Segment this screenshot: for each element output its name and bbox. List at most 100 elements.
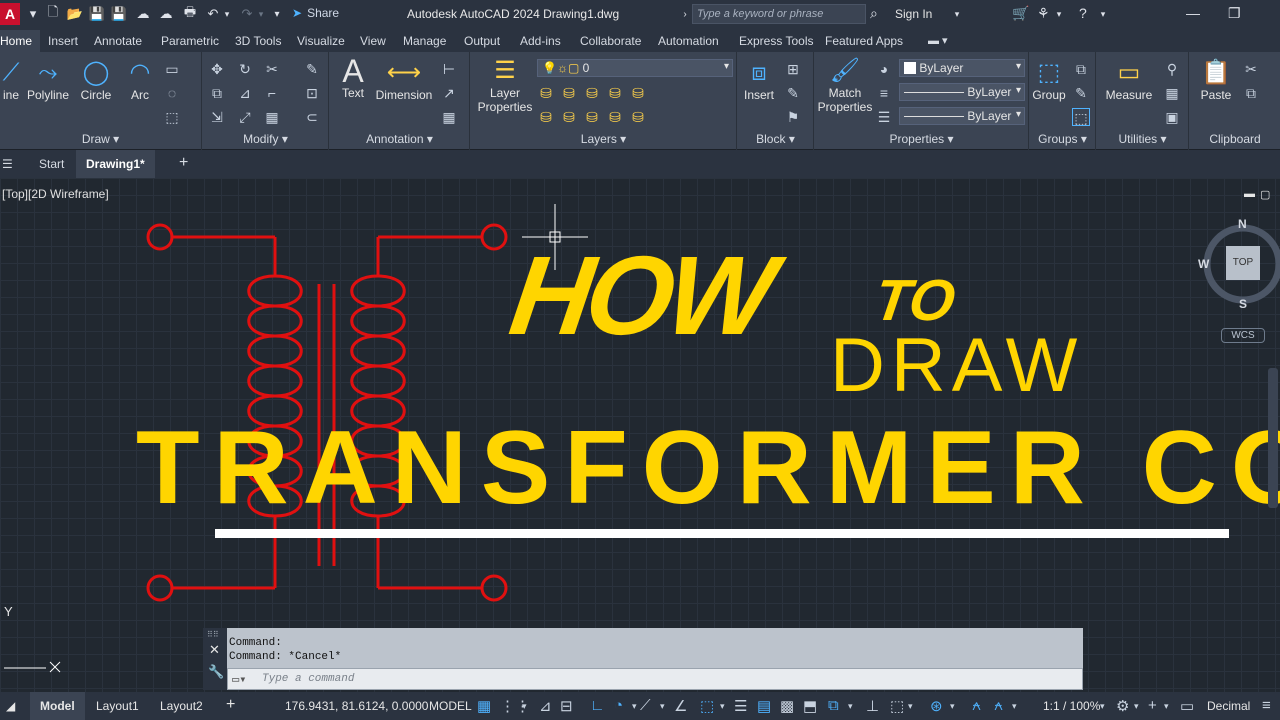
layer-tool-3-icon[interactable]: ⛁ xyxy=(583,84,601,102)
add-dropdown-icon[interactable]: ▾ xyxy=(1164,701,1169,712)
tab-insert[interactable]: Insert xyxy=(48,30,78,52)
help-dropdown-icon[interactable]: ▾ xyxy=(1098,5,1108,23)
dynamic-ucs-dropdown-icon[interactable]: ▾ xyxy=(848,701,853,712)
layer-tool-10-icon[interactable]: ⛁ xyxy=(629,108,647,126)
save-icon[interactable]: 💾 xyxy=(88,5,106,23)
linetype-dropdown[interactable]: ByLayer ▾ xyxy=(899,83,1025,101)
undo-icon[interactable]: ↶ xyxy=(204,5,222,23)
panel-properties-title[interactable]: Properties ▾ xyxy=(815,132,1028,148)
help-icon[interactable]: ? xyxy=(1079,5,1087,21)
group-tool[interactable]: ⬚ Group xyxy=(1030,58,1068,102)
match-properties-tool[interactable]: 🖌 Match Properties xyxy=(815,56,875,114)
edit-attributes-icon[interactable]: ⚑ xyxy=(784,108,802,126)
panel-clipboard-title[interactable]: Clipboard xyxy=(1190,132,1280,148)
id-point-icon[interactable]: ▣ xyxy=(1163,108,1181,126)
linetype-icon[interactable]: ≡ xyxy=(875,84,893,102)
layer-tool-9-icon[interactable]: ⛁ xyxy=(606,108,624,126)
layer-properties-tool[interactable]: ☰ Layer Properties xyxy=(476,56,534,114)
scale-icon[interactable]: ⤢ xyxy=(236,108,254,126)
move-icon[interactable]: ✥ xyxy=(208,60,226,78)
model-space-toggle[interactable]: MODEL xyxy=(429,699,472,713)
copy-icon[interactable]: ⧉ xyxy=(208,84,226,102)
customize-icon[interactable]: 🔧 xyxy=(208,664,224,680)
lineweight-icon[interactable]: ☰ xyxy=(875,108,893,126)
erase-icon[interactable]: ✎ xyxy=(303,60,321,78)
drawing-viewport[interactable]: [Top][2D Wireframe] HOW TO DRAW TRANSFOR… xyxy=(0,178,1280,692)
command-input[interactable]: ▭▾ Type a command xyxy=(227,668,1083,690)
calculator-icon[interactable]: ▦ xyxy=(1163,84,1181,102)
coordinates-readout[interactable]: 176.9431, 81.6124, 0.0000 xyxy=(285,699,428,713)
create-block-icon[interactable]: ⊞ xyxy=(784,60,802,78)
gizmo-dropdown-icon[interactable]: ▾ xyxy=(908,701,913,712)
panel-annotation-title[interactable]: Annotation ▾ xyxy=(330,132,469,148)
cut-icon[interactable]: ✂ xyxy=(1242,60,1260,78)
annotation-scale-icon[interactable]: ⍲ xyxy=(972,697,981,714)
insert-block-tool[interactable]: ⧈ Insert xyxy=(740,58,778,102)
polar-dropdown-icon[interactable]: ▾ xyxy=(632,701,637,712)
restore-icon[interactable]: ❐ xyxy=(1228,5,1241,22)
array-icon[interactable]: ▦ xyxy=(263,108,281,126)
tab-view[interactable]: View xyxy=(360,30,386,52)
close-icon[interactable]: ✕ xyxy=(209,642,220,658)
stretch-icon[interactable]: ⇲ xyxy=(208,108,226,126)
sign-in-dropdown-icon[interactable]: ▾ xyxy=(952,5,962,23)
print-icon[interactable]: 🖶 xyxy=(181,4,199,23)
object-snap-icon[interactable]: ⬚ xyxy=(700,697,714,715)
layout-menu-icon[interactable]: ◢ xyxy=(6,699,15,713)
tab-3d-tools[interactable]: 3D Tools xyxy=(235,30,281,52)
tab-collaborate[interactable]: Collaborate xyxy=(580,30,641,52)
drawing-tab[interactable]: Drawing1* xyxy=(76,150,155,178)
menu-chevron-icon[interactable]: ▾ xyxy=(26,5,40,23)
annotation-scale-value[interactable]: 1:1 / 100% xyxy=(1043,699,1100,713)
auto-scale-icon[interactable]: ⍲ xyxy=(994,697,1003,714)
search-input[interactable]: Type a keyword or phrase xyxy=(692,4,866,24)
search-icon[interactable]: ⌕ xyxy=(870,5,878,22)
layout2-tab[interactable]: Layout2 xyxy=(160,699,203,713)
text-tool[interactable]: A Text xyxy=(335,55,371,100)
customize-qat-icon[interactable]: ▾ xyxy=(270,5,284,23)
isolate-objects-icon[interactable]: ▭ xyxy=(1180,697,1194,715)
minimize-icon[interactable]: — xyxy=(1186,5,1200,21)
group-selection-icon[interactable]: ⬚ xyxy=(1072,108,1090,126)
layer-tool-6-icon[interactable]: ⛁ xyxy=(537,108,555,126)
viewcube-west[interactable]: W xyxy=(1198,257,1209,271)
viewcube-south[interactable]: S xyxy=(1239,297,1247,311)
save-as-icon[interactable]: 💾 xyxy=(110,5,128,23)
transparency-icon[interactable]: ▤ xyxy=(757,697,771,715)
tab-parametric[interactable]: Parametric xyxy=(161,30,219,52)
web-save-icon[interactable]: ☁ xyxy=(157,5,175,23)
rotate-icon[interactable]: ↻ xyxy=(236,60,254,78)
gizmo-icon[interactable]: ⬚ xyxy=(890,697,904,715)
new-file-icon[interactable]: 🗋 xyxy=(44,4,62,23)
undo-dropdown-icon[interactable]: ▾ xyxy=(222,5,232,23)
line-tool[interactable]: ⟋ ine xyxy=(0,58,22,102)
dynamic-input-icon[interactable]: ⊟ xyxy=(560,697,573,715)
snap-dropdown-icon[interactable]: ▾ xyxy=(522,701,527,712)
panel-draw-title[interactable]: Draw ▾ xyxy=(0,132,201,148)
auto-scale-dropdown-icon[interactable]: ▾ xyxy=(1012,701,1017,712)
wcs-menu[interactable]: WCS xyxy=(1221,328,1265,343)
panel-modify-title[interactable]: Modify ▾ xyxy=(203,132,328,148)
group-edit-icon[interactable]: ✎ xyxy=(1072,84,1090,102)
leader-icon[interactable]: ⊢ xyxy=(440,60,458,78)
annotation-visibility-dropdown-icon[interactable]: ▾ xyxy=(950,701,955,712)
start-tab[interactable]: Start xyxy=(39,157,64,171)
workspace-gear-icon[interactable]: ⚙ xyxy=(1116,697,1129,715)
tab-annotate[interactable]: Annotate xyxy=(94,30,142,52)
layer-tool-2-icon[interactable]: ⛁ xyxy=(560,84,578,102)
units-display[interactable]: Decimal xyxy=(1207,699,1250,713)
isodraft-icon[interactable]: ⟋ xyxy=(640,697,651,714)
measure-tool[interactable]: ▭ Measure xyxy=(1103,58,1155,102)
panel-block-title[interactable]: Block ▾ xyxy=(738,132,813,148)
paste-tool[interactable]: 📋 Paste xyxy=(1194,58,1238,102)
annotation-visibility-icon[interactable]: ⊛ xyxy=(930,697,943,715)
viewcube-north[interactable]: N xyxy=(1238,217,1247,231)
multileader-icon[interactable]: ↗ xyxy=(440,84,458,102)
workspace-dropdown-icon[interactable]: ▾ xyxy=(1134,701,1139,712)
3d-osnap-icon[interactable]: ⬒ xyxy=(803,697,817,715)
add-layout-icon[interactable]: + xyxy=(226,696,235,714)
tab-add-ins[interactable]: Add-ins xyxy=(520,30,561,52)
copy-clip-icon[interactable]: ⧉ xyxy=(1242,84,1260,102)
color-wheel-icon[interactable]: ◕ xyxy=(875,60,893,78)
ungroup-icon[interactable]: ⧉ xyxy=(1072,60,1090,78)
